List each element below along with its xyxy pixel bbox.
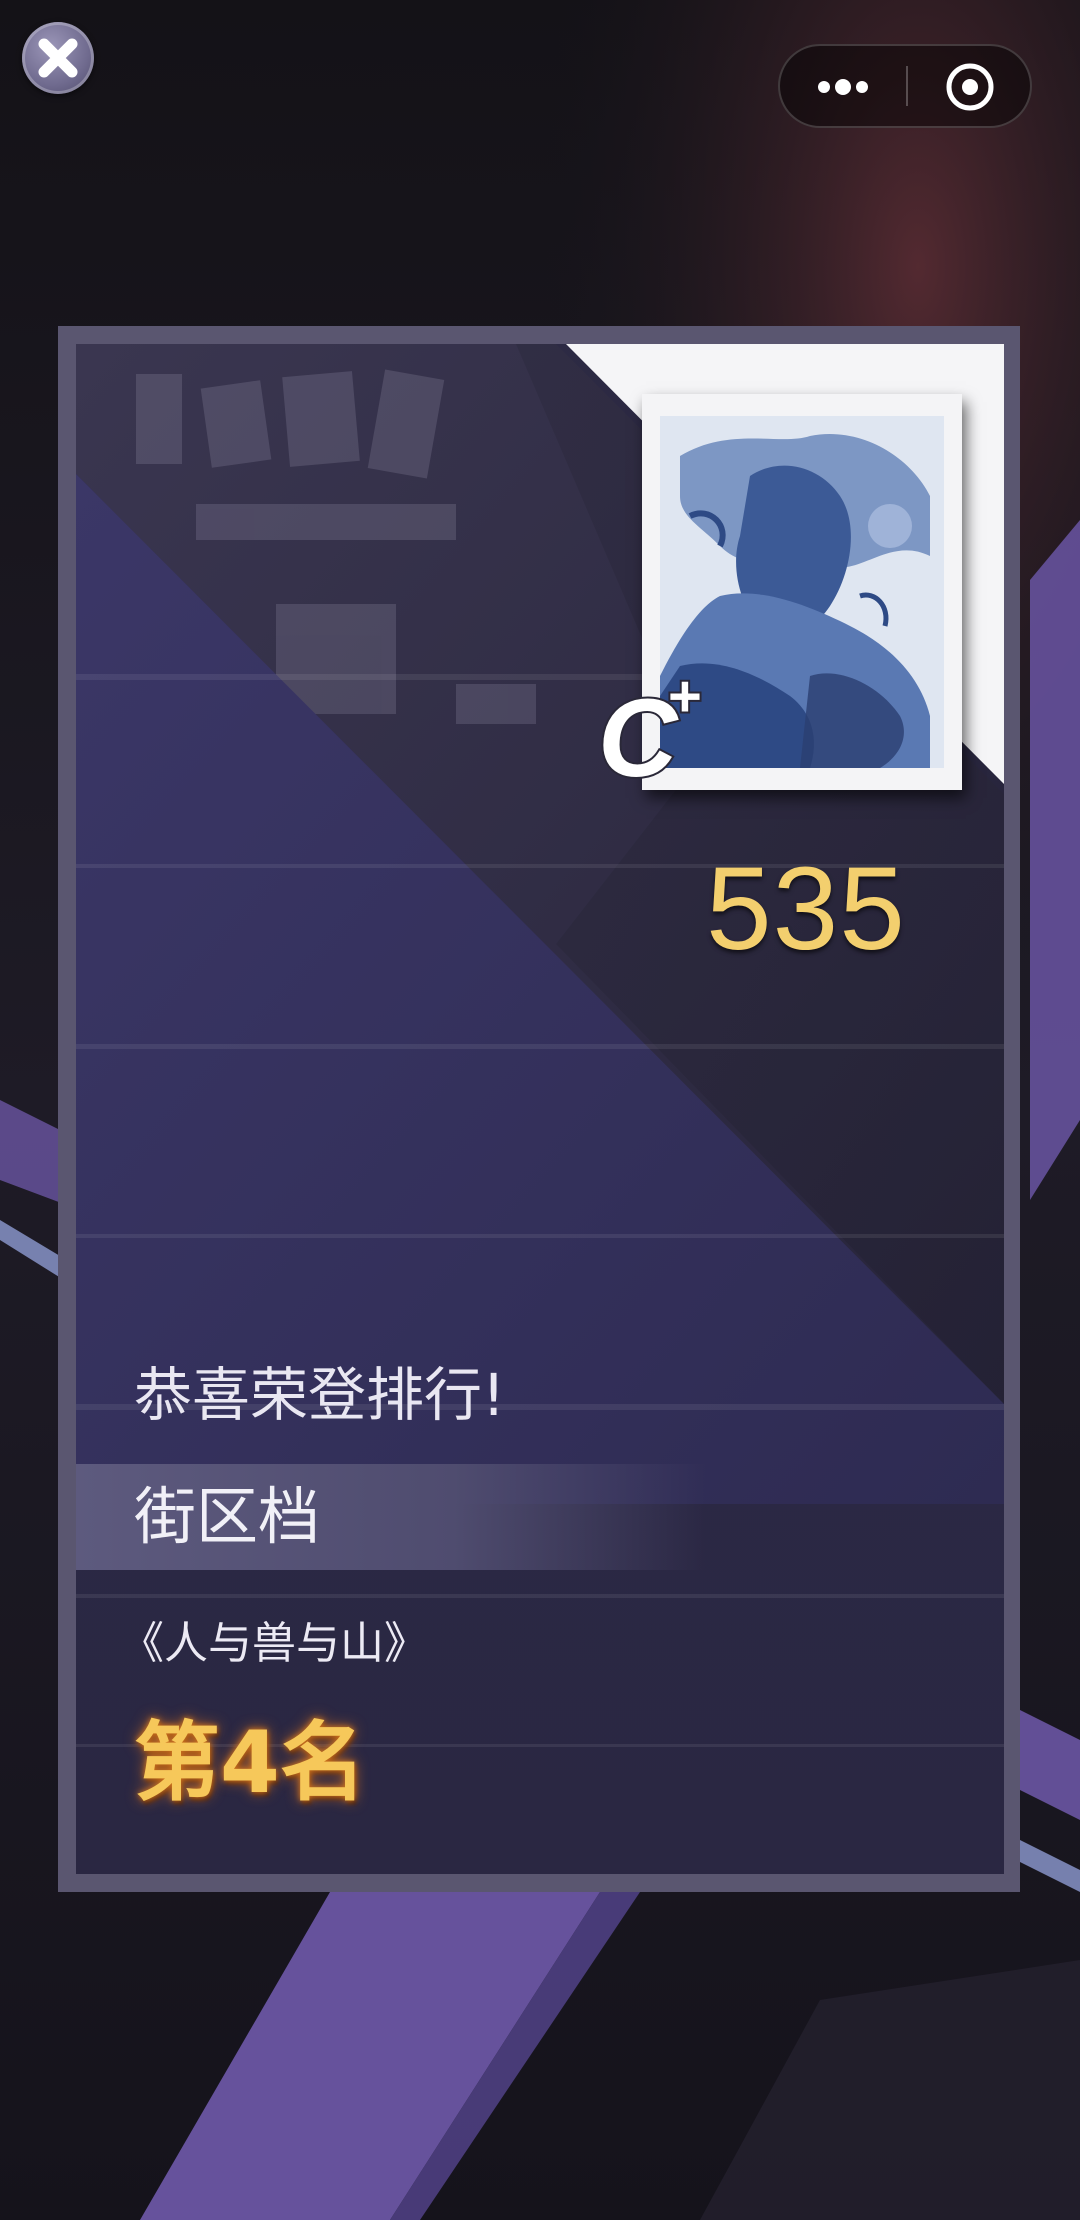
exit-miniprogram-button[interactable]: [908, 46, 1032, 126]
menu-capsule: [778, 44, 1032, 128]
rank-text: 第4名: [134, 1713, 366, 1813]
grade-badge: C +: [596, 664, 704, 802]
more-dots-icon: [818, 79, 868, 95]
song-title: 《人与兽与山》: [120, 1618, 428, 1669]
svg-text:C: C: [598, 677, 679, 800]
tier-label: 街区档: [134, 1480, 321, 1553]
congrats-text: 恭喜荣登排行!: [134, 1361, 506, 1429]
target-circle-icon: [946, 63, 994, 111]
svg-text:+: +: [668, 664, 702, 729]
close-icon: [38, 38, 78, 78]
result-card: C + 535 恭喜荣登排行! 街区档 《人与兽与山》 第4名: [76, 344, 1004, 1874]
more-button[interactable]: [780, 46, 906, 126]
close-button[interactable]: [22, 22, 94, 94]
score-value: 535: [706, 843, 906, 975]
